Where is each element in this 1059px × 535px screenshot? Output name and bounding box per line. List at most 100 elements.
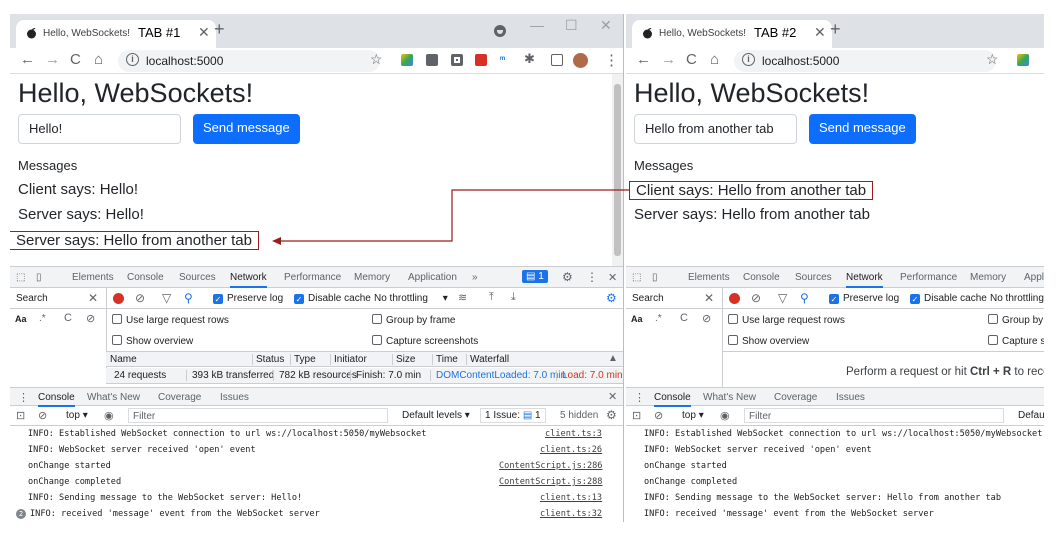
network-conditions-icon[interactable]: ≋ [458, 291, 467, 304]
profile-dot-icon[interactable] [494, 25, 506, 37]
network-settings-icon[interactable]: ⚙ [606, 291, 617, 305]
tab-memory[interactable]: Memory [354, 272, 390, 283]
log-source-link[interactable]: ContentScript.js:288 [499, 477, 602, 487]
import-har-icon[interactable]: ⤒ [489, 291, 494, 304]
disable-cache-checkbox[interactable]: ✓ Disable cache [294, 293, 371, 304]
show-overview-checkbox[interactable]: Show overview [728, 335, 809, 347]
console-settings-icon[interactable]: ⚙ [606, 408, 617, 422]
drawer-tab-coverage[interactable]: Coverage [774, 392, 817, 403]
record-icon[interactable] [729, 293, 740, 304]
address-bar[interactable]: i localhost:5000 [118, 50, 380, 72]
page-scrollbar[interactable] [612, 74, 623, 266]
filter-icon[interactable]: ▽ [162, 291, 171, 305]
close-search-icon[interactable]: ✕ [704, 291, 714, 305]
drawer-tab-whats-new[interactable]: What's New [87, 392, 140, 403]
log-source-link[interactable]: ContentScript.js:286 [499, 461, 602, 471]
close-drawer-icon[interactable]: ✕ [608, 390, 617, 403]
more-tabs-icon[interactable]: » [472, 272, 478, 283]
search-icon[interactable]: ⚲ [800, 291, 809, 305]
log-levels-select[interactable]: Defau [1018, 410, 1044, 421]
regex-icon[interactable]: .* [39, 313, 46, 324]
group-by-frame-checkbox[interactable]: Group by frame [372, 314, 455, 326]
settings-gear-icon[interactable]: ⚙ [562, 270, 573, 284]
drawer-tab-issues[interactable]: Issues [220, 392, 249, 403]
group-by-frame-checkbox[interactable]: Group by [988, 314, 1043, 326]
site-info-icon[interactable]: i [126, 53, 139, 66]
col-waterfall[interactable]: Waterfall [466, 354, 509, 365]
tab-memory[interactable]: Memory [970, 272, 1006, 283]
throttling-select[interactable]: No throttling [990, 293, 1044, 304]
back-icon[interactable]: ← [636, 51, 651, 68]
context-select[interactable]: top ▾ [682, 410, 704, 421]
col-name[interactable]: Name [110, 354, 137, 365]
tab-network[interactable]: Network [846, 272, 883, 288]
tab-network[interactable]: Network [230, 272, 267, 288]
log-source-link[interactable]: client.ts:3 [545, 429, 602, 439]
reload-icon[interactable]: C [686, 51, 697, 68]
drawer-tab-coverage[interactable]: Coverage [158, 392, 201, 403]
capture-screenshots-checkbox[interactable]: Capture sc [988, 335, 1044, 347]
extension-icon[interactable]: ᵐ [500, 54, 512, 66]
console-filter-input[interactable]: Filter [128, 408, 388, 423]
tab-sources[interactable]: Sources [795, 272, 832, 283]
bookmark-star-icon[interactable]: ☆ [370, 51, 383, 68]
disable-cache-checkbox[interactable]: ✓ Disable cache [910, 293, 987, 304]
tab-elements[interactable]: Elements [72, 272, 114, 283]
devtools-menu-icon[interactable]: ⋮ [586, 270, 598, 284]
drive-extension-icon[interactable] [401, 54, 413, 66]
avatar[interactable] [573, 53, 588, 68]
search-icon[interactable]: ⚲ [184, 291, 193, 305]
tab-performance[interactable]: Performance [284, 272, 341, 283]
clear-icon[interactable]: ⊘ [751, 291, 761, 305]
maximize-icon[interactable]: ☐ [565, 17, 578, 34]
large-rows-checkbox[interactable]: Use large request rows [728, 314, 845, 326]
drawer-menu-icon[interactable]: ⋮ [18, 391, 29, 404]
close-window-icon[interactable]: ✕ [600, 17, 612, 34]
forward-icon[interactable]: → [45, 51, 60, 68]
preserve-log-checkbox[interactable]: ✓ Preserve log [213, 293, 283, 304]
new-tab-icon[interactable]: + [214, 19, 225, 40]
browser-tab[interactable]: Hello, WebSockets! TAB #1 ✕ [16, 20, 216, 48]
tab-application[interactable]: Appli [1024, 272, 1044, 283]
sidebar-toggle-icon[interactable]: ⊡ [16, 409, 25, 422]
issues-count-button[interactable]: 1 Issue: ▤ 1 [480, 408, 546, 423]
filter-icon[interactable]: ▽ [778, 291, 787, 305]
pdf-extension-icon[interactable] [475, 54, 487, 66]
preserve-log-checkbox[interactable]: ✓ Preserve log [829, 293, 899, 304]
tab-console[interactable]: Console [127, 272, 164, 283]
message-input[interactable]: Hello! [18, 114, 181, 144]
close-tab-icon[interactable]: ✕ [814, 24, 826, 41]
clear-console-icon[interactable]: ⊘ [38, 409, 47, 422]
tab-console[interactable]: Console [743, 272, 780, 283]
export-har-icon[interactable]: ⤓ [511, 291, 516, 304]
side-panel-icon[interactable] [551, 54, 563, 66]
drawer-tab-console[interactable]: Console [654, 392, 691, 407]
sort-up-icon[interactable]: ▲ [608, 353, 618, 364]
issues-badge[interactable]: ▤ 1 [522, 270, 548, 283]
inspect-element-icon[interactable]: ⬚ [632, 272, 641, 283]
address-bar[interactable]: i localhost:5000 [734, 50, 996, 72]
refresh-search-icon[interactable]: C [680, 312, 688, 324]
reload-icon[interactable]: C [70, 51, 81, 68]
log-levels-select[interactable]: Default levels ▾ [402, 410, 470, 421]
forward-icon[interactable]: → [661, 51, 676, 68]
clear-icon[interactable]: ⊘ [135, 291, 145, 305]
drawer-tab-console[interactable]: Console [38, 392, 75, 407]
inspect-element-icon[interactable]: ⬚ [16, 272, 25, 283]
tab-performance[interactable]: Performance [900, 272, 957, 283]
close-tab-icon[interactable]: ✕ [198, 24, 210, 41]
send-message-button[interactable]: Send message [809, 114, 916, 144]
live-expression-eye-icon[interactable]: ◉ [720, 409, 730, 422]
device-toolbar-icon[interactable]: ▯ [36, 272, 42, 283]
drawer-tab-whats-new[interactable]: What's New [703, 392, 756, 403]
large-rows-checkbox[interactable]: Use large request rows [112, 314, 229, 326]
home-icon[interactable]: ⌂ [710, 51, 719, 68]
extension-icon[interactable] [451, 54, 463, 66]
show-overview-checkbox[interactable]: Show overview [112, 335, 193, 347]
drawer-tab-issues[interactable]: Issues [836, 392, 865, 403]
bookmark-star-icon[interactable]: ☆ [986, 51, 999, 68]
log-source-link[interactable]: client.ts:13 [540, 493, 602, 503]
site-info-icon[interactable]: i [742, 53, 755, 66]
browser-tab[interactable]: Hello, WebSockets! TAB #2 ✕ [632, 20, 832, 48]
match-case-icon[interactable]: Aa [631, 314, 643, 324]
